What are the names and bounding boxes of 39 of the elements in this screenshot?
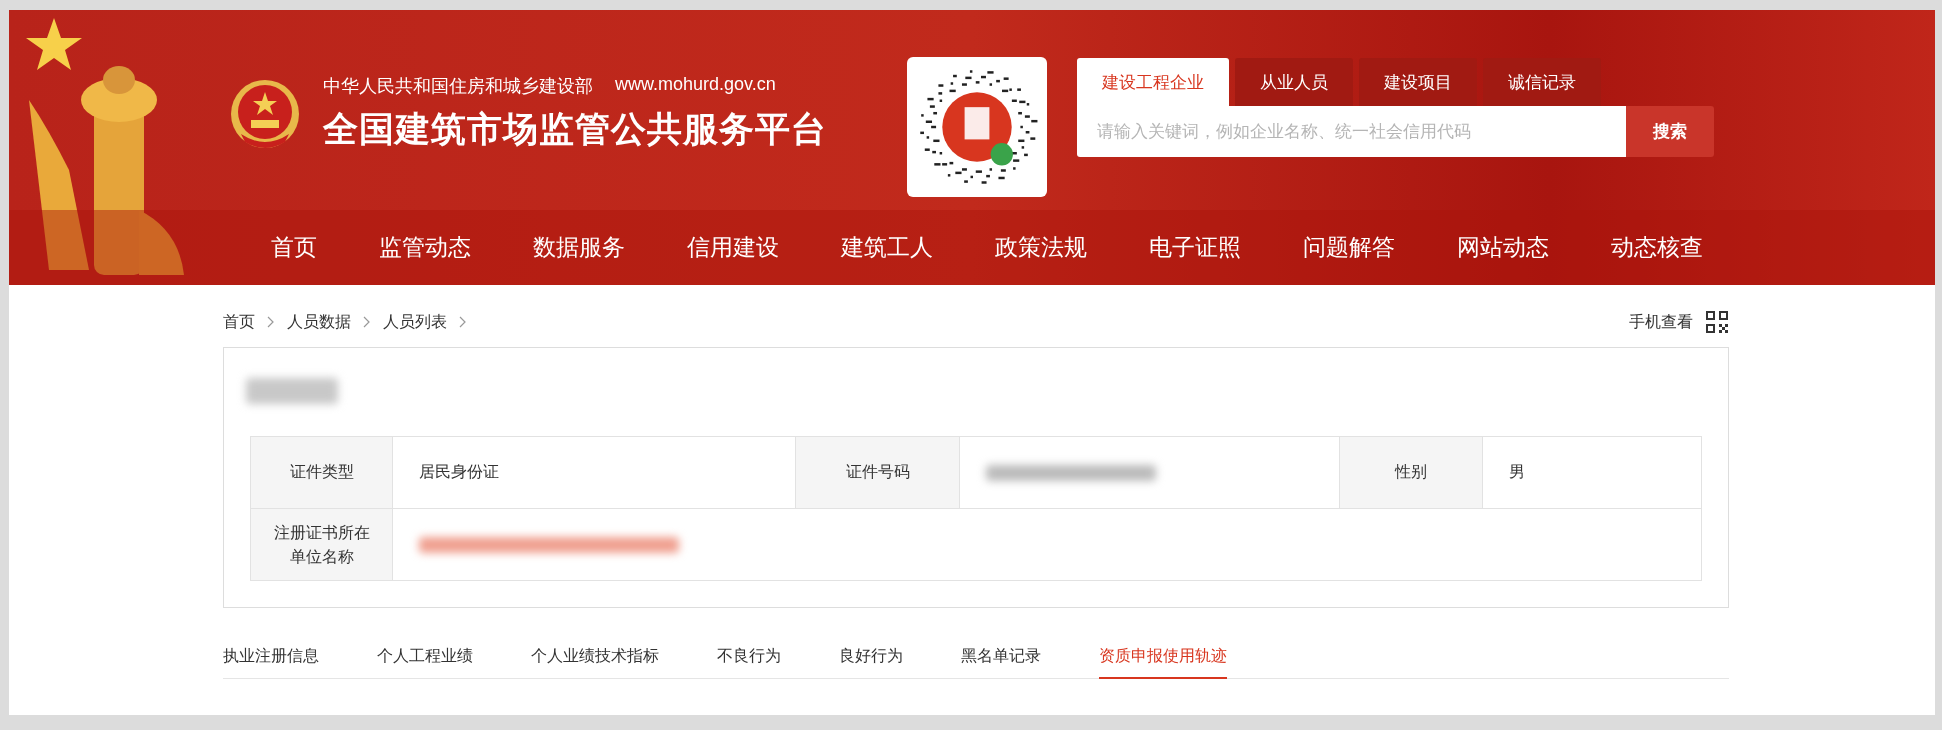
chevron-icon bbox=[459, 316, 467, 328]
table-label: 性别 bbox=[1340, 437, 1483, 509]
table-label: 证件号码 bbox=[796, 437, 960, 509]
section-tab[interactable]: 黑名单记录 bbox=[961, 646, 1041, 679]
chevron-icon bbox=[267, 316, 275, 328]
breadcrumb-link[interactable]: 人员列表 bbox=[383, 311, 447, 333]
mobile-view-link[interactable]: 手机查看 bbox=[1629, 311, 1693, 333]
nav-link[interactable]: 网站动态 bbox=[1457, 232, 1549, 263]
section-tab[interactable]: 个人业绩技术指标 bbox=[531, 646, 659, 679]
search-category-tab[interactable]: 诚信记录 bbox=[1483, 58, 1601, 106]
breadcrumb-link[interactable]: 首页 bbox=[223, 311, 255, 333]
nav-link[interactable]: 建筑工人 bbox=[841, 232, 933, 263]
nav-link[interactable]: 政策法规 bbox=[995, 232, 1087, 263]
nav-link[interactable]: 数据服务 bbox=[533, 232, 625, 263]
search-category-tab[interactable]: 建设项目 bbox=[1359, 58, 1477, 106]
table-label: 证件类型 bbox=[251, 437, 393, 509]
section-tab[interactable]: 资质申报使用轨迹 bbox=[1099, 646, 1227, 679]
section-tab[interactable]: 执业注册信息 bbox=[223, 646, 319, 679]
nav-link[interactable]: 问题解答 bbox=[1303, 232, 1395, 263]
table-cell: 男 bbox=[1483, 437, 1702, 509]
table-label: 注册证书所在单位名称 bbox=[272, 522, 371, 567]
nav-link[interactable]: 动态核查 bbox=[1611, 232, 1703, 263]
nav-link[interactable]: 监管动态 bbox=[379, 232, 471, 263]
search-category-tab[interactable]: 建设工程企业 bbox=[1077, 58, 1229, 106]
breadcrumb-link[interactable]: 人员数据 bbox=[287, 311, 351, 333]
ministry-name: 中华人民共和国住房和城乡建设部 bbox=[323, 75, 593, 98]
site-title: 全国建筑市场监管公共服务平台 bbox=[323, 108, 827, 150]
section-tab[interactable]: 良好行为 bbox=[839, 646, 903, 679]
nav-link[interactable]: 电子证照 bbox=[1149, 232, 1241, 263]
search-button[interactable]: 搜索 bbox=[1626, 106, 1714, 157]
nav-link[interactable]: 首页 bbox=[271, 232, 317, 263]
website-address: www.mohurd.gov.cn bbox=[615, 74, 776, 96]
section-tab[interactable]: 不良行为 bbox=[717, 646, 781, 679]
search-category-tab[interactable]: 从业人员 bbox=[1235, 58, 1353, 106]
qr-code-icon[interactable] bbox=[1705, 310, 1729, 334]
search-field[interactable]: 请输入关键词，例如企业名称、统一社会信用代码 bbox=[1077, 106, 1626, 157]
section-tab[interactable]: 个人工程业绩 bbox=[377, 646, 473, 679]
chevron-icon bbox=[363, 316, 371, 328]
nav-link[interactable]: 信用建设 bbox=[687, 232, 779, 263]
